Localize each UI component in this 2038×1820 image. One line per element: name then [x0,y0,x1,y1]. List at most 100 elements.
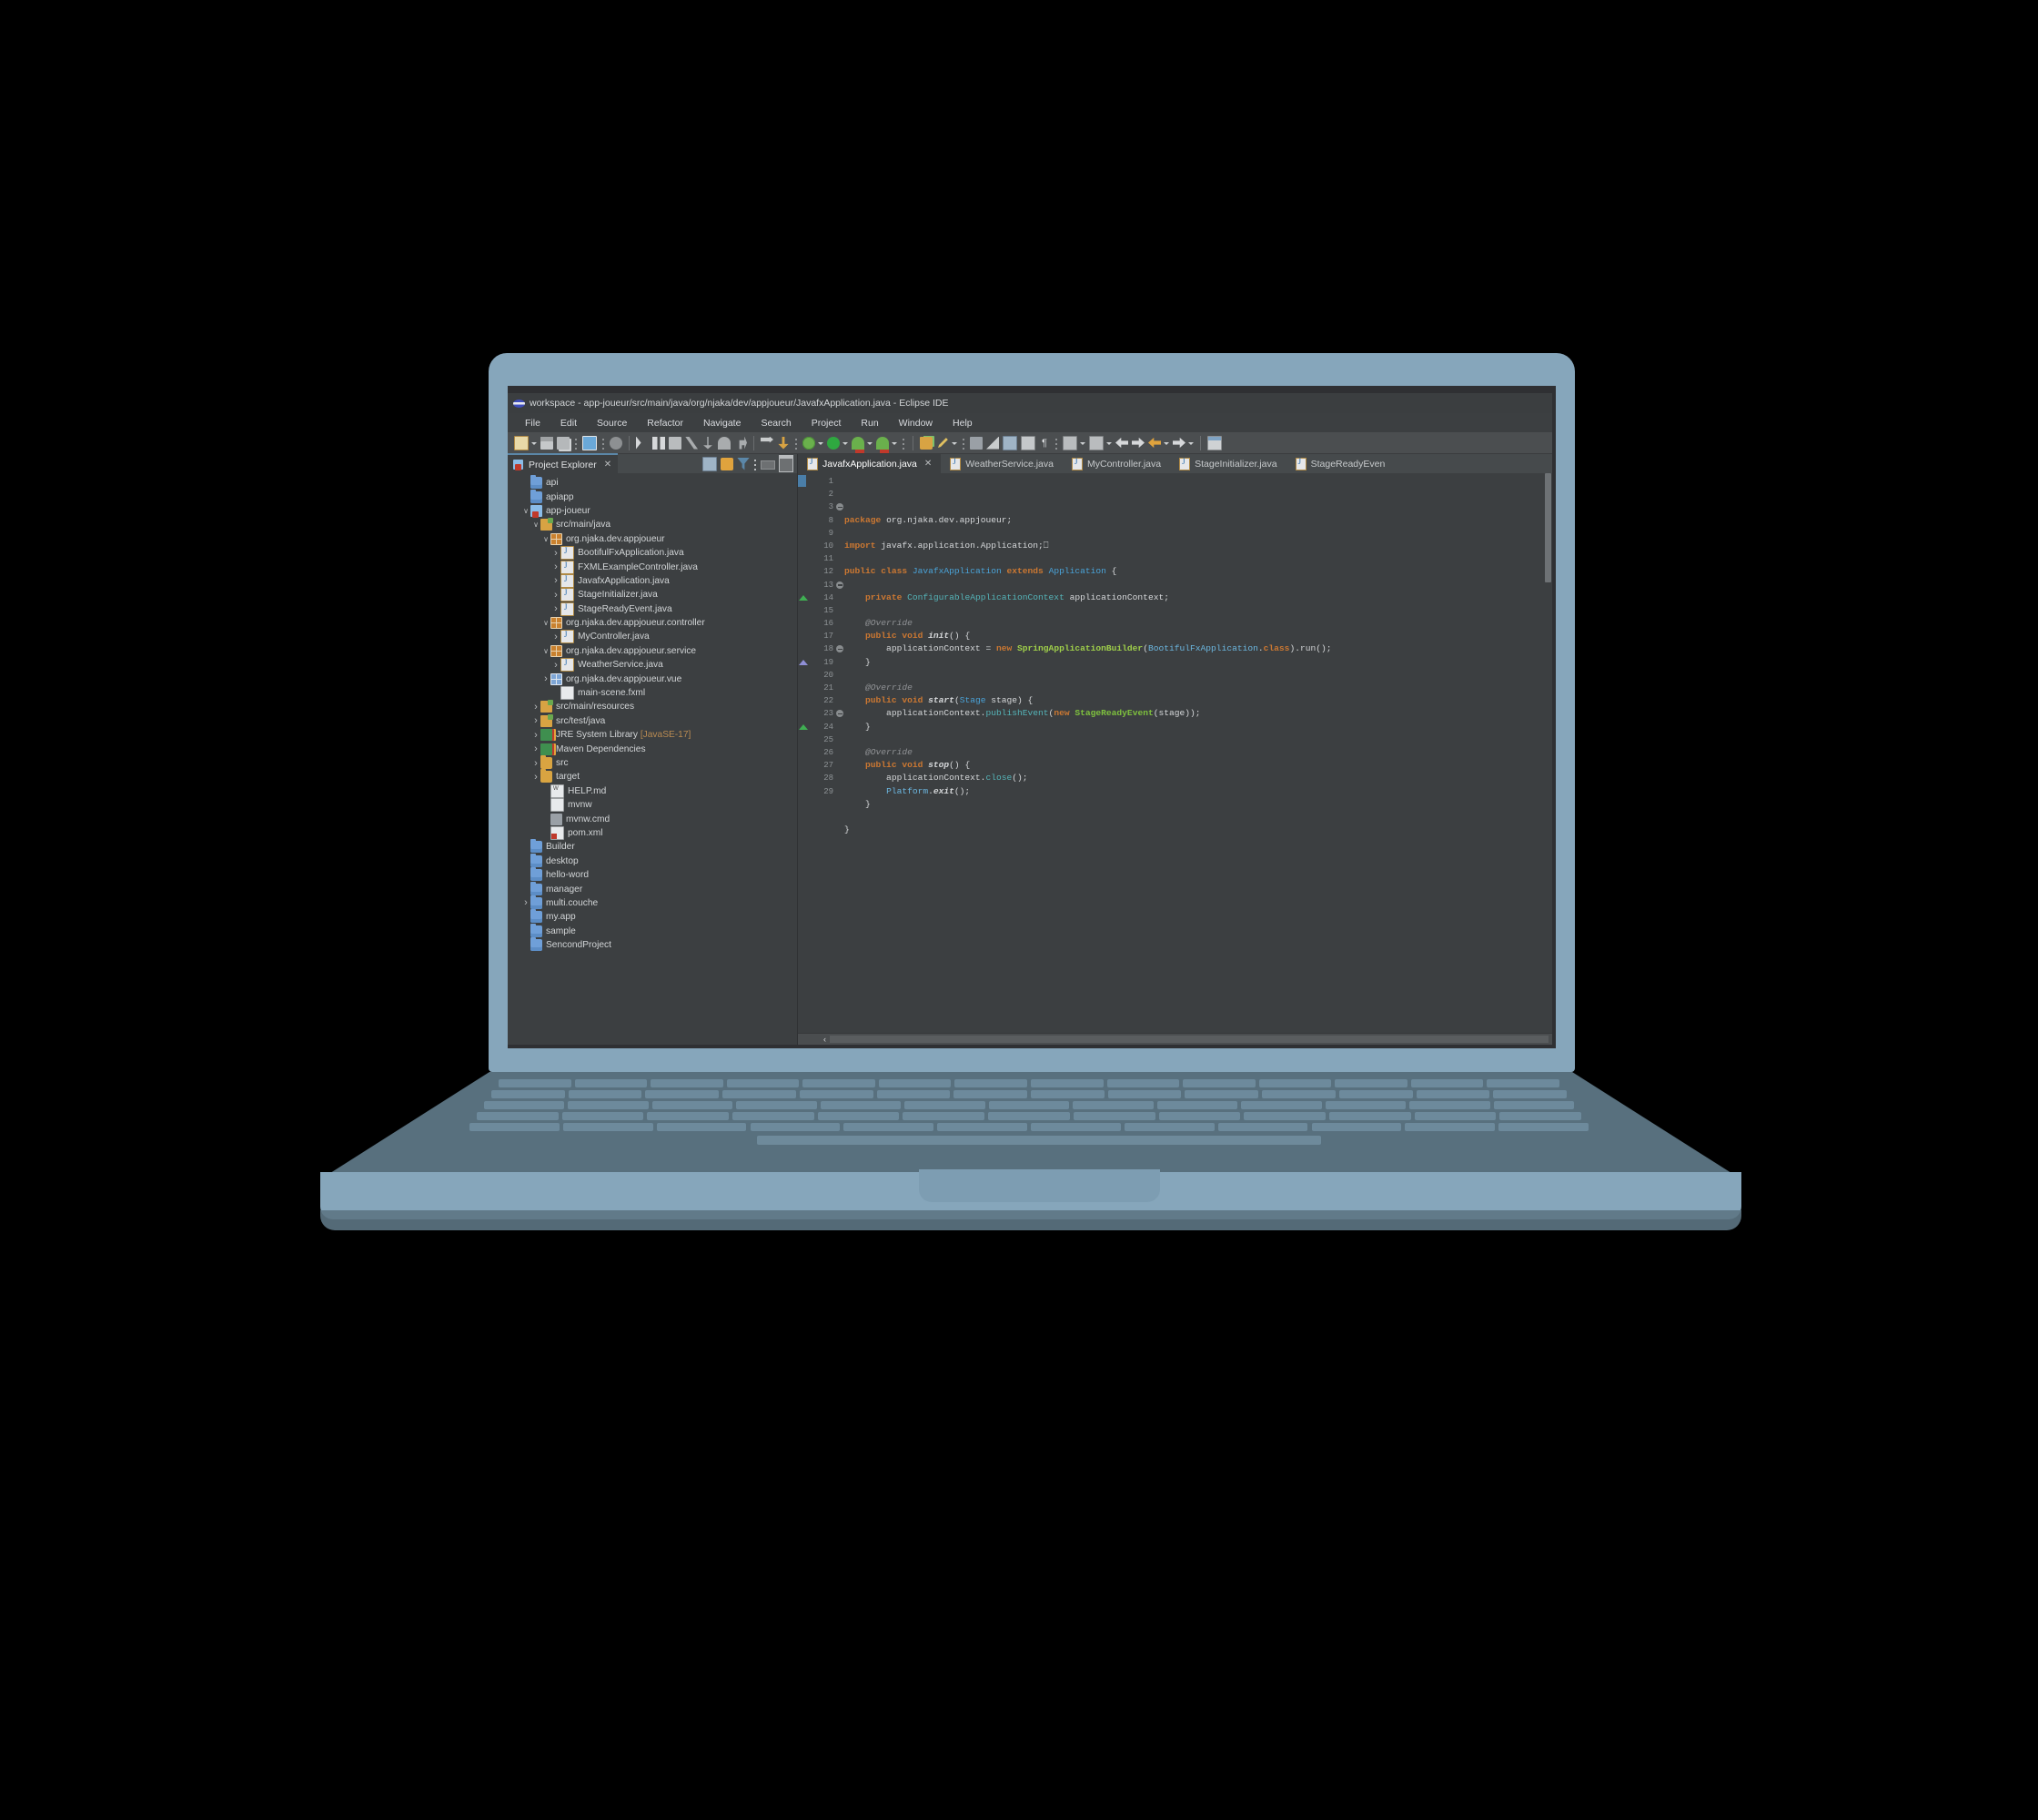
tree-item[interactable]: BootifulFxApplication.java [508,546,797,561]
suspend-icon[interactable] [652,436,665,450]
chevron-right-icon[interactable] [531,758,540,769]
chevron-right-icon[interactable] [531,702,540,713]
view-filter-icon[interactable] [737,457,750,470]
run-history-icon[interactable] [876,436,889,450]
tree-item[interactable]: mvnw.cmd [508,812,797,825]
menu-item-search[interactable]: Search [751,418,801,429]
chevron-down-icon[interactable] [541,535,550,543]
tree-item[interactable]: HELP.md [508,784,797,798]
tree-item[interactable]: StageInitializer.java [508,588,797,602]
step-into-icon[interactable] [703,436,712,450]
maximize-icon[interactable] [779,455,793,472]
open-type-icon[interactable] [920,436,933,450]
tree-item[interactable]: desktop [508,853,797,868]
menu-item-project[interactable]: Project [802,418,852,429]
chevron-right-icon[interactable] [541,673,550,684]
menu-item-navigate[interactable]: Navigate [693,418,751,429]
scrollbar-track[interactable] [830,1036,1549,1043]
menu-item-window[interactable]: Window [889,418,943,429]
chevron-right-icon[interactable] [551,575,560,586]
next-annotation-icon[interactable] [1173,437,1185,449]
chevron-down-icon[interactable] [541,647,550,655]
tree-item[interactable]: Builder [508,839,797,854]
tree-item[interactable]: mvnw [508,798,797,813]
editor-tab-javafxapplication-java[interactable]: JavafxApplication.java ✕ [798,454,942,473]
tree-item[interactable]: JRE System Library [JavaSE-17] [508,728,797,742]
scrollbar-thumb[interactable] [1545,473,1551,582]
previous-annotation-icon[interactable] [1148,437,1161,449]
tree-item[interactable]: my.app [508,909,797,924]
new-java-project-icon[interactable] [970,436,983,450]
chevron-right-icon[interactable] [551,548,560,559]
tree-item[interactable]: sample [508,923,797,938]
toolbar-drag-handle-icon[interactable] [794,435,798,450]
collapse-all-icon[interactable] [702,456,717,471]
dropdown-caret-icon[interactable] [1163,436,1170,450]
tree-item[interactable]: org.njaka.dev.appjoueur [508,532,797,546]
tree-item[interactable]: org.njaka.dev.appjoueur.vue [508,672,797,685]
edit-icon[interactable] [933,434,952,452]
tree-item[interactable]: main-scene.fxml [508,686,797,701]
search-icon[interactable] [610,436,622,450]
chevron-right-icon[interactable] [531,730,540,741]
terminate-icon[interactable] [669,436,681,450]
tree-item[interactable]: org.njaka.dev.appjoueur.service [508,644,797,658]
toolbar-drag-handle-icon[interactable] [1054,435,1058,450]
chevron-right-icon[interactable] [551,660,560,671]
tree-item[interactable]: src/main/resources [508,700,797,713]
tree-item[interactable]: org.njaka.dev.appjoueur.controller [508,616,797,630]
step-over-icon[interactable] [718,436,731,450]
toolbar-drag-handle-icon[interactable] [574,435,578,450]
chevron-right-icon[interactable] [551,632,560,642]
show-whitespace-icon[interactable] [1089,435,1104,450]
save-icon[interactable] [540,436,553,450]
chevron-right-icon[interactable] [551,590,560,601]
editor-tab-weatherservice-java[interactable]: WeatherService.java [941,454,1063,473]
tree-item[interactable]: api [508,475,797,490]
chevron-down-icon[interactable] [531,521,540,529]
menu-item-help[interactable]: Help [943,418,983,429]
save-all-icon[interactable] [557,436,570,450]
tree-item[interactable]: src [508,755,797,770]
tree-item[interactable]: pom.xml [508,825,797,840]
dropdown-caret-icon[interactable] [866,436,873,450]
new-window-icon[interactable] [1207,435,1222,450]
tree-item[interactable]: StageReadyEvent.java [508,602,797,616]
tree-item[interactable]: hello-word [508,867,797,882]
tree-item[interactable]: app-joueur [508,504,797,518]
project-tree[interactable]: api apiapp app-joueur src/main/java org.njak… [508,473,797,1045]
tree-item[interactable]: FXMLExampleController.java [508,560,797,574]
link-with-editor-icon[interactable] [721,457,733,470]
dropdown-caret-icon[interactable] [1187,436,1195,450]
source-code[interactable]: package org.njaka.dev.appjoueur; import … [798,473,1552,1033]
menu-item-run[interactable]: Run [851,418,888,429]
new-package-icon[interactable] [986,436,999,450]
step-return-icon[interactable] [739,436,747,450]
tree-item[interactable]: SencondProject [508,937,797,952]
tab-project-explorer[interactable]: Project Explorer ✕ [508,453,619,474]
editor-tab-mycontroller-java[interactable]: MyController.java [1063,454,1170,473]
chevron-right-icon[interactable] [521,897,530,908]
close-icon[interactable]: ✕ [924,459,932,469]
close-icon[interactable]: ✕ [604,460,611,470]
tree-item[interactable]: src/main/java [508,518,797,531]
menu-item-source[interactable]: Source [587,418,637,429]
dropdown-caret-icon[interactable] [530,436,538,450]
coverage-icon[interactable] [852,436,864,450]
scroll-left-icon[interactable]: ‹ [798,1035,826,1044]
build-all-icon[interactable] [761,436,773,443]
toggle-mark-occurrences-icon[interactable] [1063,435,1077,450]
tree-item[interactable]: manager [508,881,797,895]
pilcrow-icon[interactable]: ¶ [1039,437,1050,450]
console-tab-console[interactable]: Console✕ [508,1044,584,1045]
chevron-right-icon[interactable] [531,743,540,754]
tree-item[interactable]: MyController.java [508,630,797,644]
menu-item-refactor[interactable]: Refactor [637,418,693,429]
tree-item[interactable]: Maven Dependencies [508,742,797,755]
chevron-down-icon[interactable] [541,619,550,627]
tree-item[interactable]: WeatherService.java [508,658,797,672]
forward-icon[interactable] [1132,437,1145,449]
print-icon[interactable] [582,435,597,450]
new-interface-icon[interactable] [1021,435,1035,450]
toolbar-drag-handle-icon[interactable] [962,435,965,450]
